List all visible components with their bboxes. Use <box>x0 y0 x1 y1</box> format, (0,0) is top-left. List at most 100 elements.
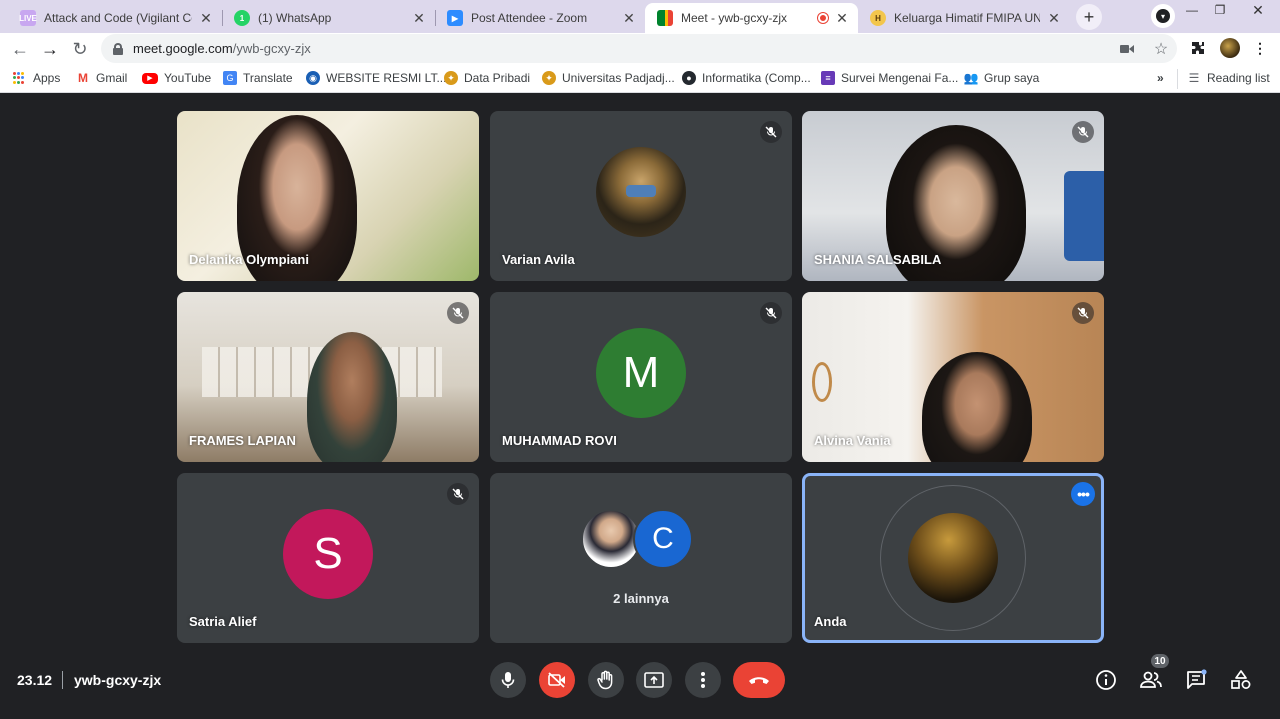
reload-icon: ↻ <box>72 38 88 59</box>
tab-strip: LIVE Attack and Code (Vigilant Code ✕ 1 … <box>0 0 1280 33</box>
close-icon[interactable]: ✕ <box>198 10 214 27</box>
participant-tile[interactable]: Delanika Olympiani <box>177 111 479 281</box>
bookmark-data-pribadi[interactable]: ✦ Data Pribadi <box>444 71 530 85</box>
reload-button[interactable]: ↻ <box>68 37 92 61</box>
forms-icon: ≡ <box>821 71 835 85</box>
camera-off-icon <box>548 672 565 688</box>
bookmark-informatika[interactable]: ● Informatika (Comp... <box>682 71 811 85</box>
participant-tile[interactable]: Varian Avila <box>490 111 792 281</box>
present-icon <box>644 672 664 688</box>
more-options-icon[interactable]: ••• <box>1071 482 1095 506</box>
participant-name: MUHAMMAD ROVI <box>502 433 617 448</box>
others-tile[interactable]: C 2 lainnya <box>490 473 792 643</box>
leave-call-button[interactable] <box>733 662 785 698</box>
chat-button[interactable] <box>1184 668 1208 692</box>
participant-name: SHANIA SALSABILA <box>814 252 942 267</box>
present-button[interactable] <box>636 662 672 698</box>
participant-tile[interactable]: M MUHAMMAD ROVI <box>490 292 792 462</box>
self-tile[interactable]: ••• Anda <box>802 473 1104 643</box>
participant-name: Anda <box>814 614 847 629</box>
mic-off-icon <box>447 483 469 505</box>
bookmark-apps[interactable]: Apps <box>13 71 60 85</box>
github-icon: ● <box>682 71 696 85</box>
chevron-down-icon: ▾ <box>1156 9 1170 23</box>
people-button[interactable] <box>1139 668 1163 692</box>
meet-icon <box>657 10 673 26</box>
tab-attack-and-code[interactable]: LIVE Attack and Code (Vigilant Code ✕ <box>8 3 222 33</box>
chat-icon <box>1187 669 1207 689</box>
zoom-icon: ▶ <box>447 10 463 26</box>
bookmark-youtube[interactable]: ▶ YouTube <box>142 71 211 85</box>
tab-zoom[interactable]: ▶ Post Attendee - Zoom ✕ <box>435 3 645 33</box>
back-button[interactable]: ← <box>8 37 32 61</box>
participant-video <box>922 352 1032 462</box>
mic-off-icon <box>760 121 782 143</box>
people-count-badge: 10 <box>1151 654 1169 668</box>
info-icon <box>1096 670 1116 690</box>
live-icon: LIVE <box>19 10 37 26</box>
bookmark-survei[interactable]: ≡ Survei Mengenai Fa... <box>821 71 958 85</box>
reading-list-icon: ☰ <box>1188 71 1200 85</box>
star-icon[interactable]: ☆ <box>1153 41 1169 58</box>
tab-title: Post Attendee - Zoom <box>471 11 588 25</box>
new-tab-button[interactable]: + <box>1076 4 1102 30</box>
forward-button[interactable]: → <box>38 37 62 61</box>
participant-avatar: M <box>596 328 686 418</box>
address-bar[interactable]: meet.google.com/ywb-gcxy-zjx ☆ <box>101 34 1177 63</box>
tab-search-button[interactable]: ▾ <box>1151 4 1175 28</box>
bookmark-translate[interactable]: G Translate <box>223 71 293 85</box>
more-options-button[interactable] <box>685 662 721 698</box>
close-icon[interactable]: ✕ <box>411 10 427 27</box>
browser-toolbar: ← → ↻ meet.google.com/ywb-gcxy-zjx ☆ ⋮ <box>0 33 1280 65</box>
camera-toggle-button[interactable] <box>539 662 575 698</box>
camera-icon[interactable] <box>1119 41 1135 57</box>
participant-tile[interactable]: FRAMES LAPIAN <box>177 292 479 462</box>
participant-name: Satria Alief <box>189 614 257 629</box>
gmail-icon: M <box>78 71 88 85</box>
participant-tile[interactable]: SHANIA SALSABILA <box>802 111 1104 281</box>
restore-button[interactable]: ❐ <box>1206 0 1234 20</box>
close-window-button[interactable]: ✕ <box>1240 0 1276 20</box>
extensions-icon[interactable] <box>1190 40 1206 56</box>
himatif-icon: H <box>870 10 886 26</box>
globe-icon: ◉ <box>306 71 320 85</box>
mic-icon <box>501 672 515 688</box>
url-text: meet.google.com/ywb-gcxy-zjx <box>133 41 311 56</box>
bookmark-gmail[interactable]: M Gmail <box>76 71 127 85</box>
tab-title: Meet - ywb-gcxy-zjx <box>681 11 788 25</box>
tab-whatsapp[interactable]: 1 (1) WhatsApp ✕ <box>222 3 435 33</box>
bookmark-grup-saya[interactable]: 👥 Grup saya <box>964 71 1040 85</box>
participant-avatar <box>581 509 641 569</box>
tab-himatif[interactable]: H Keluarga Himatif FMIPA UNPAD ✕ <box>858 3 1070 33</box>
minimize-button[interactable]: — <box>1178 0 1206 20</box>
recording-icon <box>818 13 828 23</box>
close-icon[interactable]: ✕ <box>1046 10 1062 27</box>
activities-button[interactable] <box>1229 668 1253 692</box>
mic-button[interactable] <box>490 662 526 698</box>
mic-off-icon <box>1072 121 1094 143</box>
close-icon[interactable]: ✕ <box>621 10 637 27</box>
bookmark-website-resmi[interactable]: ◉ WEBSITE RESMI LT... <box>306 71 446 85</box>
reading-list-button[interactable]: ☰ Reading list <box>1187 71 1270 85</box>
profile-avatar[interactable] <box>1220 38 1240 58</box>
meeting-code: ywb-gcxy-zjx <box>74 672 162 688</box>
divider <box>62 671 63 689</box>
participant-name: Alvina Vania <box>814 433 891 448</box>
bookmark-universitas-padjadjaran[interactable]: ✦ Universitas Padjadj... <box>542 71 675 85</box>
tab-meet[interactable]: Meet - ywb-gcxy-zjx ✕ <box>645 3 858 33</box>
close-icon[interactable]: ✕ <box>834 10 850 27</box>
tab-title: Attack and Code (Vigilant Code <box>44 11 192 25</box>
menu-dots-icon[interactable]: ⋮ <box>1252 40 1268 56</box>
translate-icon: G <box>223 71 237 85</box>
raise-hand-button[interactable] <box>588 662 624 698</box>
meeting-details-button[interactable] <box>1094 668 1118 692</box>
activities-icon <box>1231 670 1251 689</box>
lock-icon <box>113 42 123 55</box>
hand-icon <box>597 670 613 690</box>
participant-tile[interactable]: Alvina Vania <box>802 292 1104 462</box>
bookmarks-overflow-button[interactable]: » <box>1157 71 1164 85</box>
more-vert-icon <box>701 672 705 688</box>
unpad-icon: ✦ <box>444 71 458 85</box>
bookmarks-bar: Apps M Gmail ▶ YouTube G Translate ◉ WEB… <box>0 65 1280 93</box>
participant-tile[interactable]: S Satria Alief <box>177 473 479 643</box>
